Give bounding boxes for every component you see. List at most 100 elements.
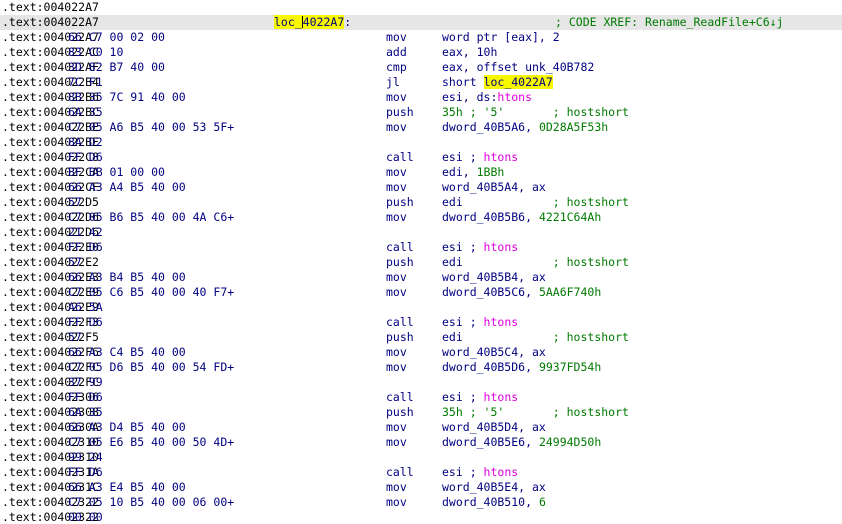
opcode-bytes: 57	[68, 195, 82, 209]
mnemonic: call	[386, 315, 414, 329]
listing-row[interactable]: .text:004022CF 66 A3 A4 B5 40 00 mov word_4…	[0, 180, 842, 195]
listing-row[interactable]: .text:0040231A FF D6 call esi ; htons	[0, 465, 842, 480]
mnemonic: mov	[386, 30, 407, 44]
opcode-bytes: 99 24	[68, 450, 103, 464]
operands[interactable]: 35h ; '5' ; hostshort	[442, 105, 629, 120]
opcode-bytes: 00 00	[68, 510, 103, 524]
operands[interactable]: dword_40B5D6, 9937FD54h	[442, 360, 601, 375]
operands[interactable]: edi ; hostshort	[442, 330, 629, 345]
operands[interactable]: esi ; htons	[442, 315, 518, 330]
operands[interactable]: edi ; hostshort	[442, 195, 629, 210]
listing-row[interactable]: .text:004022F5 57 push edi ; hostshort	[0, 330, 842, 345]
opcode-bytes: 66 A3 B4 B5 40 00	[68, 270, 186, 284]
mnemonic: add	[386, 45, 407, 59]
opcode-bytes: 8A D2	[68, 135, 103, 149]
xref-comment[interactable]: ; CODE XREF: Rename_ReadFile+C6↓j	[555, 15, 783, 30]
address: .text:004022E2	[2, 255, 99, 269]
listing-row[interactable]: .text:004022D6 C7 05 B6 B5 40 00 4A C6+ mo…	[0, 210, 842, 225]
operands[interactable]: dword_40B5E6, 24994D50h	[442, 435, 601, 450]
mnemonic: mov	[386, 420, 407, 434]
mnemonic: mov	[386, 345, 407, 359]
listing-row[interactable]: .text:004022AC 83 C0 10 add eax, 10h	[0, 45, 842, 60]
operands[interactable]: dword_40B5B6, 4221C64Ah	[442, 210, 601, 225]
operands[interactable]: word ptr [eax], 2	[442, 30, 560, 45]
listing-row[interactable]: .text:004022E9 C7 05 C6 B5 40 00 40 F7+ mo…	[0, 285, 842, 300]
mnemonic: mov	[386, 180, 407, 194]
opcode-bytes: C7 05 10 B5 40 00 06 00+	[68, 495, 235, 509]
listing-row[interactable]: .text:004022B4 7C F1 jl short loc_4022A7	[0, 75, 842, 90]
operands[interactable]: esi ; htons	[442, 465, 518, 480]
listing-row[interactable]: .text:004022E2 57 push edi ; hostshort	[0, 255, 842, 270]
opcode-bytes: 6A 35	[68, 405, 103, 419]
operands[interactable]: dword_40B5C6, 5AA6F740h	[442, 285, 601, 300]
mnemonic: mov	[386, 480, 407, 494]
opcode-bytes: 57	[68, 255, 82, 269]
mnemonic: cmp	[386, 60, 407, 74]
listing-row[interactable]: .text:004022E0 FF D6 call esi ; htons	[0, 240, 842, 255]
opcode-bytes: FF D6	[68, 315, 103, 329]
listing-row[interactable]: .text:004022CA BF BB 01 00 00 mov edi, 1BBh	[0, 165, 842, 180]
operands[interactable]: word_40B5A4, ax	[442, 180, 546, 195]
address: .text:004022D5	[2, 195, 99, 209]
mnemonic: mov	[386, 165, 407, 179]
mnemonic: mov	[386, 210, 407, 224]
mnemonic: mov	[386, 90, 407, 104]
listing-row[interactable]: .text:00402308 6A 35 push 35h ; '5' ; hosts…	[0, 405, 842, 420]
listing-label-row[interactable]: .text:004022A7 loc_4022A7: ; CODE XREF: Re…	[0, 15, 842, 30]
listing-row[interactable]: .text:004022F6 66 A3 C4 B5 40 00 mov word_4…	[0, 345, 842, 360]
operands[interactable]: esi ; htons	[442, 240, 518, 255]
operands[interactable]: short loc_4022A7	[442, 75, 553, 90]
operands[interactable]: esi ; htons	[442, 150, 518, 165]
operands[interactable]: esi ; htons	[442, 390, 518, 405]
mnemonic: push	[386, 195, 414, 209]
listing-row[interactable]: .text:004022D5 57 push edi ; hostshort	[0, 195, 842, 210]
listing-row[interactable]: .text:00402306 FF D6 call esi ; htons	[0, 390, 842, 405]
mnemonic: push	[386, 330, 414, 344]
opcode-bytes: C7 05 E6 B5 40 00 50 4D+	[68, 435, 235, 449]
mnemonic: push	[386, 105, 414, 119]
listing-row[interactable]: .text:004022F3 FF D6 call esi ; htons	[0, 315, 842, 330]
listing-row[interactable]: .text:00402322 C7 05 10 B5 40 00 06 00+ mo…	[0, 495, 842, 510]
listing-row[interactable]: .text:004022A7	[0, 0, 842, 15]
listing-row[interactable]: .text:00402322 00 00	[0, 510, 842, 524]
code-label[interactable]: loc_4022A7:	[274, 15, 351, 30]
listing-row[interactable]: .text:004022AF 3D 82 B7 40 00 cmp eax, offs…	[0, 60, 842, 75]
operands[interactable]: edi ; hostshort	[442, 255, 629, 270]
operands[interactable]: word_40B5B4, ax	[442, 270, 546, 285]
opcode-bytes: FF D6	[68, 390, 103, 404]
operands[interactable]: dword_40B5A6, 0D28A5F53h	[442, 120, 608, 135]
opcode-bytes: 83 C0 10	[68, 45, 124, 59]
opcode-bytes: 57	[68, 330, 82, 344]
listing-row[interactable]: .text:004022E3 66 A3 B4 B5 40 00 mov word_4…	[0, 270, 842, 285]
listing-row[interactable]: .text:004022BC 6A 35 push 35h ; '5' ; hosts…	[0, 105, 842, 120]
mnemonic: jl	[386, 75, 400, 89]
operands[interactable]: edi, 1BBh	[442, 165, 504, 180]
listing-row[interactable]: .text:004022E9 A6 5A	[0, 300, 842, 315]
operands[interactable]: word_40B5D4, ax	[442, 420, 546, 435]
mnemonic: mov	[386, 270, 407, 284]
operands[interactable]: word_40B5E4, ax	[442, 480, 546, 495]
listing-row[interactable]: .text:004022FC 37 99	[0, 375, 842, 390]
operands[interactable]: 35h ; '5' ; hostshort	[442, 405, 629, 420]
opcode-bytes: 66 A3 A4 B5 40 00	[68, 180, 186, 194]
disassembly-listing[interactable]: .text:004022A7 .text:004022A7 loc_4022A7:;…	[0, 0, 842, 524]
listing-row[interactable]: .text:004022C8 FF D6 call esi ; htons	[0, 150, 842, 165]
listing-row[interactable]: .text:00402310 99 24	[0, 450, 842, 465]
opcode-bytes: FF D6	[68, 150, 103, 164]
listing-row[interactable]: .text:004022BE 8A D2	[0, 135, 842, 150]
listing-row[interactable]: .text:004022BE C7 05 A6 B5 40 00 53 5F+ mo…	[0, 120, 842, 135]
operands[interactable]: word_40B5C4, ax	[442, 345, 546, 360]
listing-row[interactable]: .text:004022FC C7 05 D6 B5 40 00 54 FD+ mo…	[0, 360, 842, 375]
listing-row[interactable]: .text:0040231C 66 A3 E4 B5 40 00 mov word_4…	[0, 480, 842, 495]
opcode-bytes: 7C F1	[68, 75, 103, 89]
listing-row[interactable]: .text:004022A7 66 C7 00 02 00 mov word ptr …	[0, 30, 842, 45]
listing-row[interactable]: .text:004022B6 8B 35 7C 91 40 00 mov esi, d…	[0, 90, 842, 105]
listing-row[interactable]: .text:00402310 C7 05 E6 B5 40 00 50 4D+ mo…	[0, 435, 842, 450]
operands[interactable]: eax, offset unk_40B782	[442, 60, 594, 75]
operands[interactable]: dword_40B510, 6	[442, 495, 546, 510]
listing-row[interactable]: .text:004022D6 21 42	[0, 225, 842, 240]
listing-row[interactable]: .text:0040230A 66 A3 D4 B5 40 00 mov word_4…	[0, 420, 842, 435]
opcode-bytes: FF D6	[68, 465, 103, 479]
operands[interactable]: eax, 10h	[442, 45, 497, 60]
operands[interactable]: esi, ds:htons	[442, 90, 532, 105]
